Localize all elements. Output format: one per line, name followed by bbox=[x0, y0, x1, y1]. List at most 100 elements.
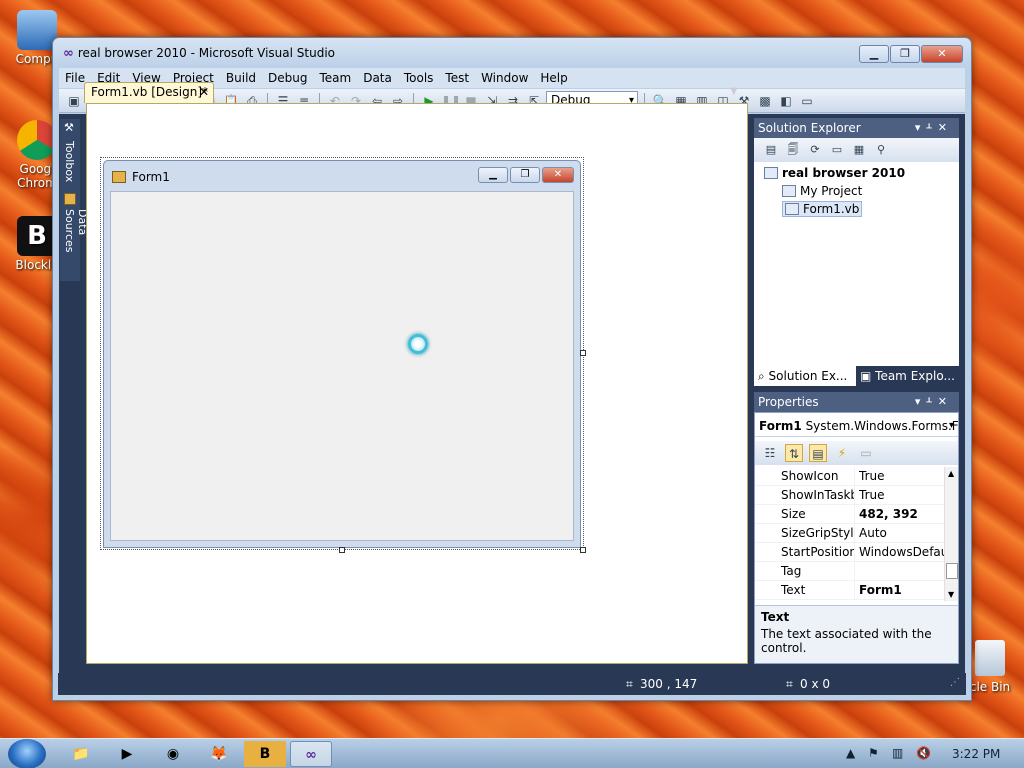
properties-view-icon[interactable]: ▤ bbox=[809, 444, 827, 462]
menu-help[interactable]: Help bbox=[534, 71, 573, 85]
menu-tools[interactable]: Tools bbox=[398, 71, 440, 85]
tab-form1-design[interactable]: Form1.vb [Design]* ✕ bbox=[84, 82, 214, 103]
dropdown-icon[interactable]: ▾ bbox=[915, 121, 927, 134]
status-bar: ⌗ 300 , 147 ⌗ 0 x 0 ⋰ bbox=[58, 673, 966, 695]
form-window-controls: ▁ ❐ ✕ bbox=[478, 167, 574, 183]
tree-item-my-project[interactable]: My Project bbox=[782, 184, 862, 198]
object-type: System.Windows.Forms.Fo bbox=[805, 419, 958, 433]
visual-studio-taskbar-icon[interactable]: ∞ bbox=[290, 741, 332, 767]
menu-data[interactable]: Data bbox=[357, 71, 398, 85]
property-pages-icon[interactable]: ▭ bbox=[857, 444, 875, 462]
property-value[interactable]: WindowsDefaul bbox=[859, 543, 944, 561]
property-value[interactable]: Form1 bbox=[859, 581, 944, 599]
volume-icon[interactable]: 🔇 bbox=[916, 746, 931, 760]
scrollbar-thumb[interactable] bbox=[946, 563, 958, 579]
form1-designer-window[interactable]: Form1 ▁ ❐ ✕ bbox=[103, 160, 581, 548]
visual-studio-icon: ∞ bbox=[63, 45, 74, 61]
menu-debug[interactable]: Debug bbox=[262, 71, 313, 85]
toolbox-tab[interactable]: ⚒ Toolbox bbox=[60, 119, 80, 189]
selection-size-icon: ⌗ bbox=[786, 677, 793, 691]
start-page-icon[interactable]: ◧ bbox=[777, 92, 795, 110]
view-code-icon[interactable]: ▭ bbox=[828, 141, 846, 159]
close-tab-icon[interactable]: ✕ bbox=[199, 83, 209, 102]
firefox-taskbar-icon[interactable]: 🦊 bbox=[198, 741, 240, 767]
pin-icon[interactable]: ᚆ bbox=[926, 395, 937, 408]
menu-build[interactable]: Build bbox=[220, 71, 262, 85]
property-row-sizegripstyle[interactable]: SizeGripStyle Auto bbox=[755, 524, 944, 543]
menu-test[interactable]: Test bbox=[439, 71, 475, 85]
properties-header[interactable]: Properties ▾ᚆ✕ bbox=[754, 392, 959, 412]
property-value[interactable]: 482, 392 bbox=[859, 505, 944, 523]
close-button[interactable]: ✕ bbox=[921, 45, 963, 63]
clock[interactable]: 3:22 PM bbox=[952, 747, 1000, 761]
solution-explorer-panel: ▤ 🗐 ⟳ ▭ ▦ ⚲ real browser 2010 My Project… bbox=[754, 138, 959, 366]
alphabetical-icon[interactable]: ⇅ bbox=[785, 444, 803, 462]
view-designer-icon[interactable]: ▦ bbox=[850, 141, 868, 159]
resize-handle-right[interactable] bbox=[580, 350, 586, 356]
chrome-taskbar-icon[interactable]: ◉ bbox=[152, 741, 194, 767]
show-hidden-icons[interactable]: ▲ bbox=[846, 746, 855, 760]
dropdown-icon[interactable]: ▾ bbox=[915, 395, 927, 408]
object-selector[interactable]: Form1 System.Windows.Forms.Fo bbox=[755, 415, 958, 437]
data-sources-tab[interactable]: Data Sources bbox=[60, 191, 89, 281]
property-row-text[interactable]: Text Form1 bbox=[755, 581, 944, 600]
document-list-dropdown-icon[interactable]: ▼ bbox=[730, 86, 738, 97]
form-close-icon: ✕ bbox=[542, 167, 574, 183]
form-client-area[interactable] bbox=[110, 191, 574, 541]
panel-title: Solution Explorer bbox=[758, 121, 861, 135]
cursor-position-icon: ⌗ bbox=[626, 677, 633, 691]
data-sources-icon bbox=[64, 193, 76, 205]
panel-controls: ▾ᚆ✕ bbox=[915, 118, 953, 138]
options-icon[interactable]: ▭ bbox=[798, 92, 816, 110]
minimize-button[interactable]: ▁ bbox=[859, 45, 889, 63]
scroll-up-icon[interactable]: ▲ bbox=[948, 469, 954, 478]
maximize-button[interactable]: ❐ bbox=[890, 45, 920, 63]
property-row-startposition[interactable]: StartPosition WindowsDefaul bbox=[755, 543, 944, 562]
property-name: Tag bbox=[755, 562, 855, 580]
new-project-icon[interactable]: ▣ bbox=[65, 92, 83, 110]
network-icon[interactable]: ▥ bbox=[892, 746, 903, 760]
events-icon[interactable]: ⚡ bbox=[833, 444, 851, 462]
tree-item-form1[interactable]: Form1.vb bbox=[782, 201, 863, 217]
property-grid-scrollbar[interactable]: ▲ ▼ bbox=[944, 467, 958, 601]
solution-explorer-toolbar: ▤ 🗐 ⟳ ▭ ▦ ⚲ bbox=[754, 138, 959, 162]
explorer-taskbar-icon[interactable]: 📁 bbox=[60, 741, 102, 767]
refresh-icon[interactable]: ⟳ bbox=[806, 141, 824, 159]
window-titlebar[interactable]: ∞ real browser 2010 - Microsoft Visual S… bbox=[53, 38, 971, 68]
window-resize-grip[interactable]: ⋰ bbox=[950, 677, 960, 688]
close-icon[interactable]: ✕ bbox=[938, 395, 953, 408]
form-icon bbox=[112, 171, 126, 183]
pin-icon[interactable]: ᚆ bbox=[926, 121, 937, 134]
properties-icon[interactable]: ▤ bbox=[762, 141, 780, 159]
close-icon[interactable]: ✕ bbox=[938, 121, 953, 134]
recycle-bin-icon bbox=[975, 640, 1005, 676]
property-row-size[interactable]: ▷ Size 482, 392 bbox=[755, 505, 944, 524]
object-name: Form1 bbox=[759, 419, 802, 433]
panel-title: Properties bbox=[758, 395, 819, 409]
tab-team-explorer[interactable]: ▣ Team Explo... bbox=[856, 366, 959, 386]
property-name: Text bbox=[755, 581, 855, 599]
media-player-taskbar-icon[interactable]: ▶ bbox=[106, 741, 148, 767]
extension-manager-icon[interactable]: ▩ bbox=[756, 92, 774, 110]
start-button[interactable] bbox=[8, 739, 46, 768]
property-value[interactable]: True bbox=[859, 486, 944, 504]
resize-handle-bottom[interactable] bbox=[339, 547, 345, 553]
property-value[interactable]: True bbox=[859, 467, 944, 485]
property-row-tag[interactable]: Tag bbox=[755, 562, 944, 581]
solution-explorer-header[interactable]: Solution Explorer ▾ᚆ✕ bbox=[754, 118, 959, 138]
show-all-files-icon[interactable]: 🗐 bbox=[784, 141, 802, 159]
resize-handle-bottom-right[interactable] bbox=[580, 547, 586, 553]
action-center-icon[interactable]: ⚑ bbox=[868, 746, 879, 760]
tab-solution-explorer[interactable]: ⌕ Solution Ex... bbox=[754, 366, 856, 386]
property-row-showintaskbar[interactable]: ShowInTaskba True bbox=[755, 486, 944, 505]
scroll-down-icon[interactable]: ▼ bbox=[948, 590, 954, 599]
categorized-icon[interactable]: ☷ bbox=[761, 444, 779, 462]
menu-window[interactable]: Window bbox=[475, 71, 534, 85]
property-row-showicon[interactable]: ShowIcon True bbox=[755, 467, 944, 486]
property-value[interactable]: Auto bbox=[859, 524, 944, 542]
blockland-taskbar-icon[interactable]: B bbox=[244, 741, 286, 767]
window-title: real browser 2010 - Microsoft Visual Stu… bbox=[77, 46, 336, 60]
view-class-diagram-icon[interactable]: ⚲ bbox=[872, 141, 890, 159]
tree-item-solution[interactable]: real browser 2010 bbox=[764, 166, 905, 180]
menu-team[interactable]: Team bbox=[313, 71, 357, 85]
